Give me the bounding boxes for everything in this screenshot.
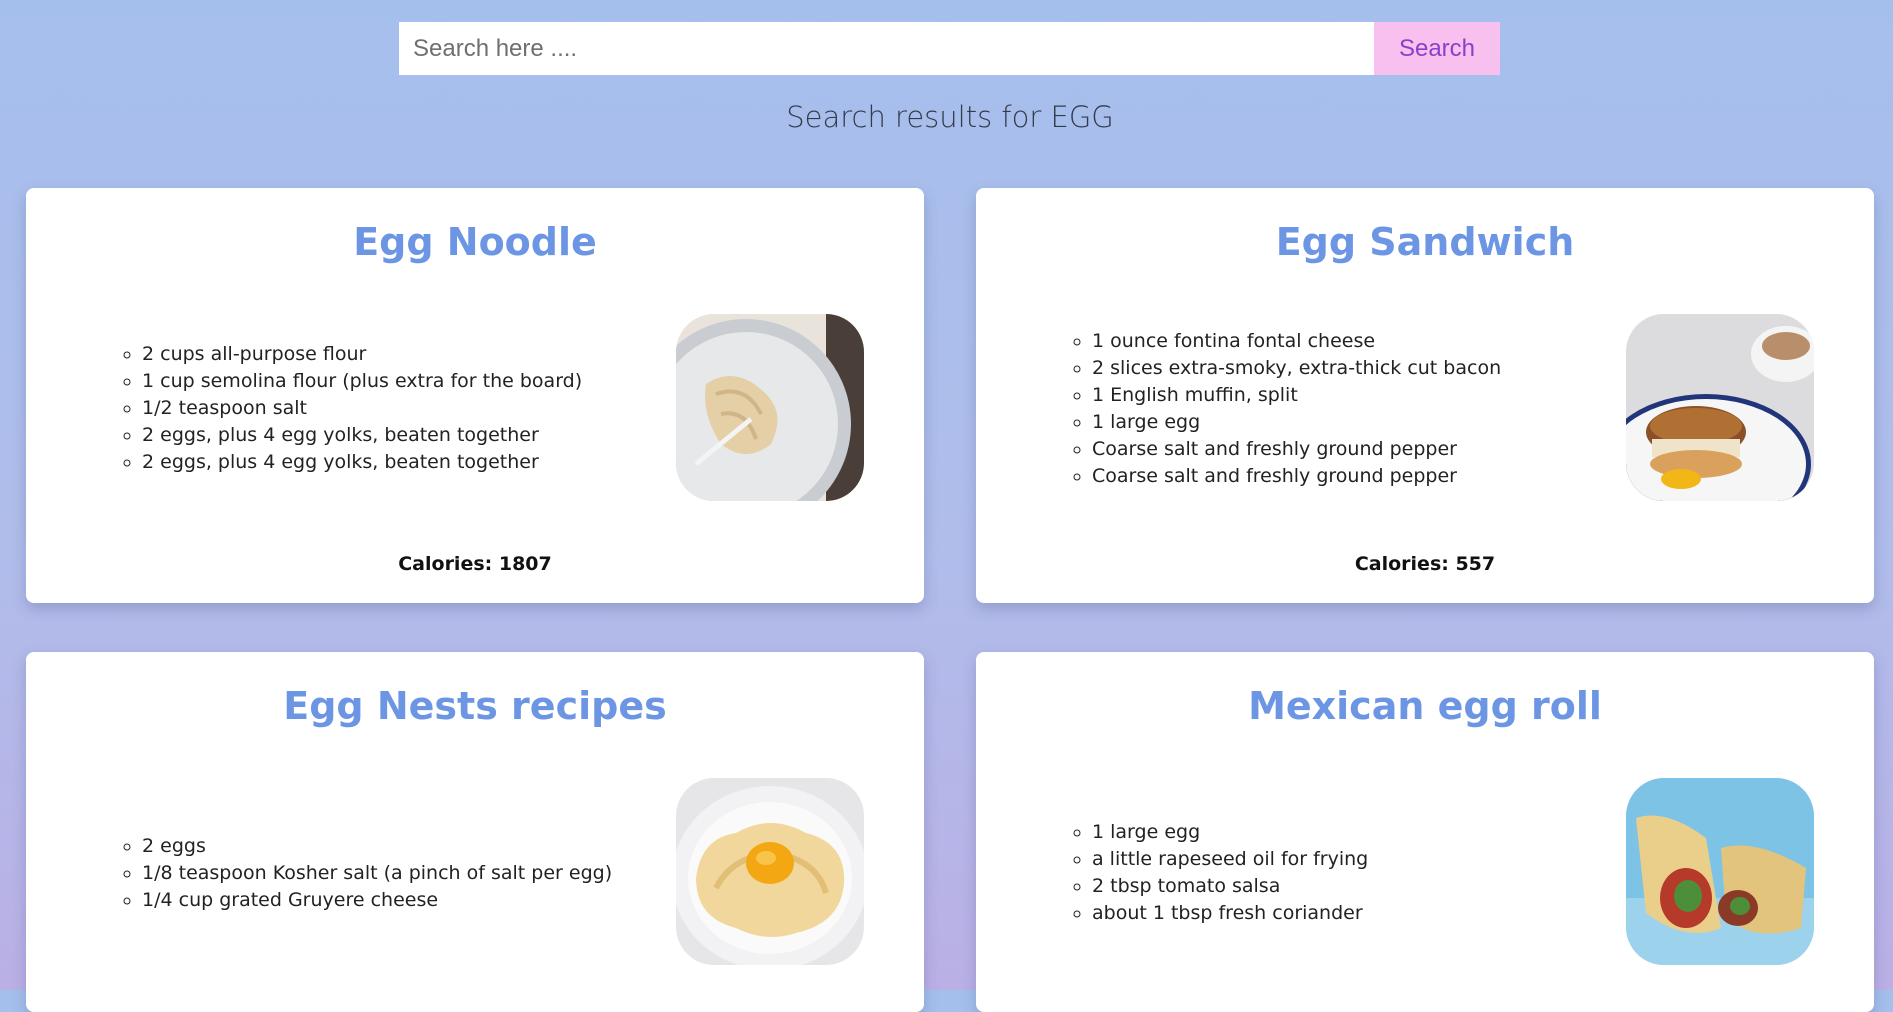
ingredient-item: 1 large egg [1092, 409, 1501, 436]
calories-label: Calories: 557 [1354, 553, 1496, 575]
recipe-title: Egg Noodle [353, 220, 597, 264]
ingredient-item: 2 eggs, plus 4 egg yolks, beaten togethe… [142, 422, 582, 449]
ingredient-list: 1 large egg a little rapeseed oil for fr… [1042, 819, 1368, 927]
calories-label: Calories: 1807 [398, 553, 552, 575]
ingredient-item: 1 English muffin, split [1092, 382, 1501, 409]
ingredient-item: 1/2 teaspoon salt [142, 395, 582, 422]
egg-nest-image [676, 778, 864, 965]
ingredient-item: 1/8 teaspoon Kosher salt (a pinch of sal… [142, 860, 612, 887]
egg-sandwich-image [1626, 314, 1814, 501]
recipe-card: Mexican egg roll 1 large egg a little ra… [976, 652, 1874, 1012]
ingredient-list: 2 cups all-purpose flour 1 cup semolina … [92, 341, 582, 476]
ingredient-item: Coarse salt and freshly ground pepper [1092, 436, 1501, 463]
search-bar: Search [399, 22, 1500, 75]
ingredient-item: 2 slices extra-smoky, extra-thick cut ba… [1092, 355, 1501, 382]
recipe-title: Mexican egg roll [1248, 684, 1602, 728]
ingredient-item: 1 cup semolina flour (plus extra for the… [142, 368, 582, 395]
ingredient-item: 2 cups all-purpose flour [142, 341, 582, 368]
ingredient-item: 1/4 cup grated Gruyere cheese [142, 887, 612, 914]
ingredient-item: 2 eggs [142, 833, 612, 860]
ingredient-item: 1 large egg [1092, 819, 1368, 846]
ingredient-item: a little rapeseed oil for frying [1092, 846, 1368, 873]
recipe-card: Egg Noodle 2 cups all-purpose flour 1 cu… [26, 188, 924, 603]
results-heading: Search results for EGG [786, 100, 1114, 134]
recipe-card: Egg Nests recipes 2 eggs 1/8 teaspoon Ko… [26, 652, 924, 1012]
ingredient-list: 1 ounce fontina fontal cheese 2 slices e… [1042, 328, 1501, 490]
pasta-plate-image [676, 314, 864, 501]
ingredient-item: 1 ounce fontina fontal cheese [1092, 328, 1501, 355]
recipe-title: Egg Sandwich [1275, 220, 1575, 264]
search-input[interactable] [399, 22, 1374, 75]
search-button[interactable]: Search [1374, 22, 1500, 75]
ingredient-item: Coarse salt and freshly ground pepper [1092, 463, 1501, 490]
ingredient-item: about 1 tbsp fresh coriander [1092, 900, 1368, 927]
recipe-title: Egg Nests recipes [283, 684, 667, 728]
egg-roll-image [1626, 778, 1814, 965]
ingredient-item: 2 tbsp tomato salsa [1092, 873, 1368, 900]
recipe-card: Egg Sandwich 1 ounce fontina fontal chee… [976, 188, 1874, 603]
ingredient-list: 2 eggs 1/8 teaspoon Kosher salt (a pinch… [92, 833, 612, 914]
ingredient-item: 2 eggs, plus 4 egg yolks, beaten togethe… [142, 449, 582, 476]
